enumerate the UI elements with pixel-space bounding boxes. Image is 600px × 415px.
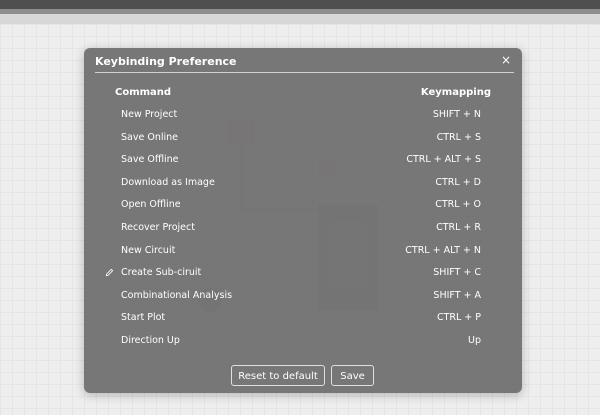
command-label: Start Plot bbox=[121, 312, 166, 324]
keymapping-value[interactable]: SHIFT + N bbox=[433, 109, 481, 120]
command-label: Save Offline bbox=[121, 154, 179, 166]
command-label: Create Sub-ciruit bbox=[121, 267, 202, 279]
keybinding-row-save-offline[interactable]: Save Offline CTRL + ALT + S bbox=[84, 152, 522, 175]
command-label: Download as Image bbox=[121, 176, 215, 188]
reset-to-default-button[interactable]: Reset to default bbox=[231, 365, 325, 386]
pencil-icon[interactable] bbox=[105, 268, 114, 277]
keybinding-list: New Project SHIFT + N Save Online CTRL +… bbox=[84, 107, 522, 356]
command-label: Open Offline bbox=[121, 199, 181, 211]
command-column-header: Command bbox=[115, 87, 172, 98]
keybinding-row-new-circuit[interactable]: New Circuit CTRL + ALT + N bbox=[84, 243, 522, 266]
keymapping-value[interactable]: CTRL + S bbox=[437, 132, 481, 143]
command-label: Recover Project bbox=[121, 221, 195, 233]
title-divider bbox=[95, 72, 514, 73]
keymapping-column-header: Keymapping bbox=[420, 87, 491, 98]
keybinding-dialog: Keybinding Preference × Command Keymappi… bbox=[84, 48, 522, 393]
keymapping-value[interactable]: CTRL + R bbox=[436, 222, 481, 233]
command-label: Direction Up bbox=[121, 334, 180, 346]
command-label: New Project bbox=[121, 109, 178, 120]
keymapping-value[interactable]: CTRL + ALT + S bbox=[406, 154, 481, 165]
keymapping-value[interactable]: CTRL + ALT + N bbox=[405, 245, 481, 256]
keybinding-row-recover-project[interactable]: Recover Project CTRL + R bbox=[84, 220, 522, 243]
save-button[interactable]: Save bbox=[331, 365, 374, 386]
close-icon[interactable]: × bbox=[498, 52, 514, 68]
keybinding-row-direction-up[interactable]: Direction Up Up bbox=[84, 333, 522, 356]
keybinding-row-download-image[interactable]: Download as Image CTRL + D bbox=[84, 175, 522, 198]
keymapping-value[interactable]: SHIFT + A bbox=[433, 290, 481, 301]
keymapping-value[interactable]: SHIFT + C bbox=[433, 267, 481, 278]
keybinding-row-create-subcircuit[interactable]: Create Sub-ciruit SHIFT + C bbox=[84, 265, 522, 288]
keybinding-row-open-offline[interactable]: Open Offline CTRL + O bbox=[84, 197, 522, 220]
keybinding-row-start-plot[interactable]: Start Plot CTRL + P bbox=[84, 310, 522, 333]
keybinding-row-save-online[interactable]: Save Online CTRL + S bbox=[84, 130, 522, 153]
keymapping-value[interactable]: CTRL + D bbox=[435, 177, 481, 188]
keymapping-value[interactable]: CTRL + P bbox=[437, 312, 481, 323]
keybinding-row-new-project[interactable]: New Project SHIFT + N bbox=[84, 107, 522, 130]
command-label: Combinational Analysis bbox=[121, 289, 233, 301]
command-label: New Circuit bbox=[121, 244, 176, 256]
command-label: Save Online bbox=[121, 131, 178, 143]
keybinding-row-combinational-analysis[interactable]: Combinational Analysis SHIFT + A bbox=[84, 288, 522, 311]
dialog-title: Keybinding Preference bbox=[95, 55, 237, 68]
keymapping-value[interactable]: CTRL + O bbox=[435, 199, 481, 210]
keymapping-value[interactable]: Up bbox=[468, 335, 481, 346]
